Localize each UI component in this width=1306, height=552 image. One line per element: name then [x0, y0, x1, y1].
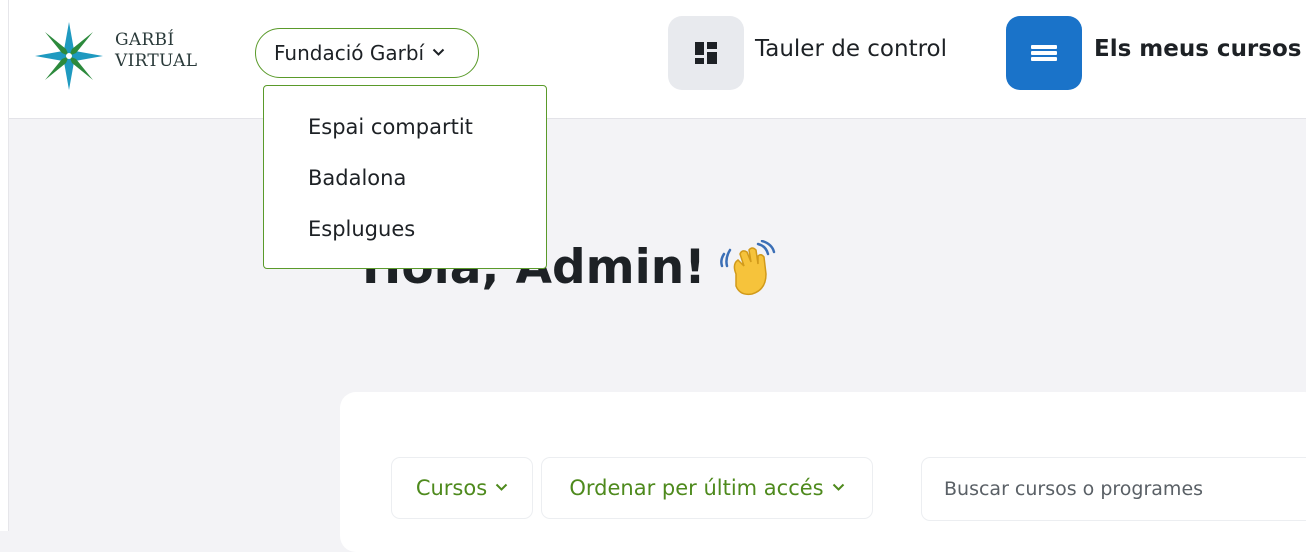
- chevron-down-icon: [832, 481, 845, 496]
- brand-line-2: VIRTUAL: [115, 51, 198, 71]
- top-navbar: GARBÍ VIRTUAL: [9, 6, 1306, 119]
- sort-filter-label: Ordenar per últim accés: [569, 476, 824, 500]
- organization-dropdown-menu: Espai compartit Badalona Esplugues: [263, 85, 547, 269]
- courses-filter-button[interactable]: Cursos: [392, 458, 532, 518]
- brand-line-1: GARBÍ: [115, 30, 175, 50]
- chevron-down-icon: [432, 46, 445, 61]
- organization-selector-value: Fundació Garbí: [274, 41, 425, 65]
- garbi-logo-icon[interactable]: [33, 20, 105, 92]
- nav-dashboard-label[interactable]: Tauler de control: [755, 36, 947, 62]
- nav-my-courses-label[interactable]: Els meus cursos: [1094, 36, 1301, 62]
- window-frame-top: [0, 0, 1306, 6]
- my-courses-button[interactable]: [1006, 16, 1082, 90]
- brand-name: GARBÍ VIRTUAL: [115, 30, 197, 72]
- waving-hand-icon: [720, 240, 776, 296]
- chevron-down-icon: [495, 481, 508, 496]
- dashboard-icon: [695, 42, 717, 64]
- list-icon: [1031, 45, 1057, 61]
- dashboard-button[interactable]: [668, 16, 744, 90]
- course-search-input[interactable]: Buscar cursos o programes: [922, 458, 1306, 520]
- organization-selector[interactable]: Fundació Garbí: [255, 28, 479, 78]
- menu-item-esplugues[interactable]: Esplugues: [308, 217, 415, 241]
- sort-filter-button[interactable]: Ordenar per últim accés: [542, 458, 872, 518]
- search-placeholder: Buscar cursos o programes: [944, 478, 1204, 500]
- menu-item-badalona[interactable]: Badalona: [308, 166, 406, 190]
- menu-item-espai-compartit[interactable]: Espai compartit: [308, 115, 473, 139]
- window-frame-left: [0, 0, 9, 531]
- courses-filter-label: Cursos: [415, 476, 488, 500]
